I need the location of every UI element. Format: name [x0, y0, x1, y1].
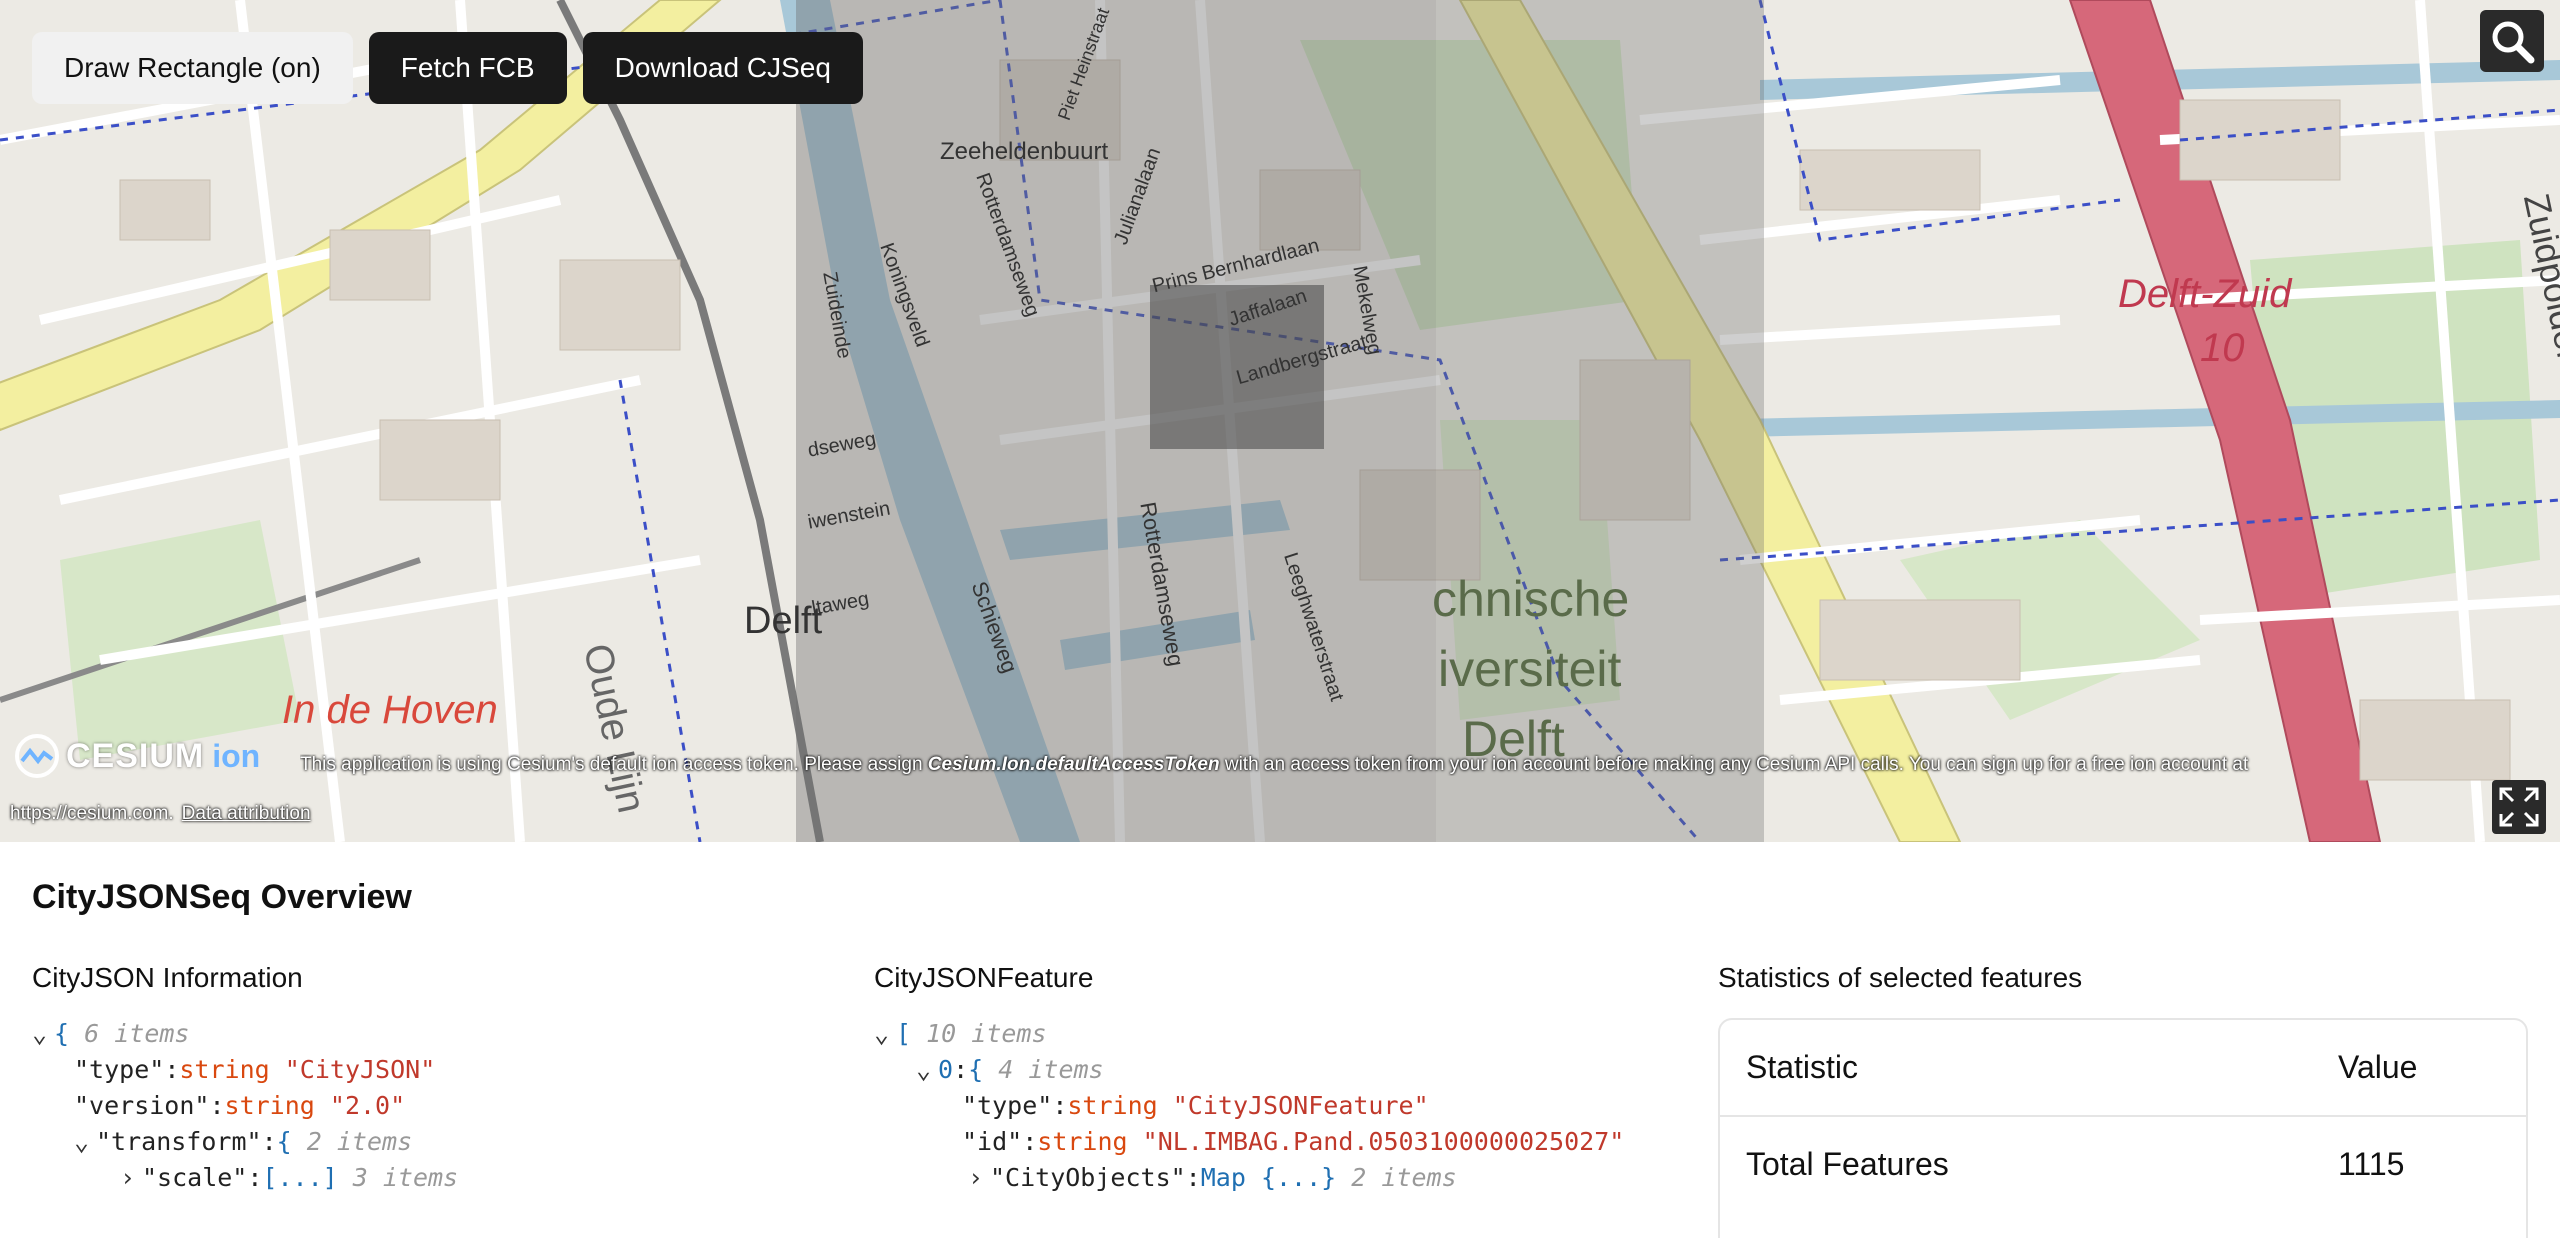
map-label-university-line1: chnische — [1432, 571, 1630, 627]
credit-line-2: https://cesium.com. Data attribution — [10, 803, 311, 825]
json-index: 0 — [938, 1055, 954, 1084]
json-type: string — [224, 1091, 315, 1120]
json-meta: 4 items — [998, 1055, 1104, 1084]
json-brace: { — [968, 1055, 984, 1084]
cesium-logo-word: CESIUM — [66, 736, 205, 775]
json-value: "2.0" — [329, 1091, 406, 1120]
statistics-column: Statistics of selected features — [1718, 962, 2528, 1016]
json-transform-row[interactable]: ⌄ "transform":{ 2 items — [32, 1124, 812, 1160]
statistics-header-row: Statistic Value — [1720, 1020, 2526, 1117]
json-value: "CityJSONFeature" — [1172, 1091, 1429, 1120]
download-cjseq-button[interactable]: Download CJSeq — [582, 32, 863, 104]
json-type: string — [1067, 1091, 1158, 1120]
fullscreen-button[interactable] — [2492, 780, 2546, 834]
json-brace: { — [276, 1127, 292, 1156]
json-key: "transform" — [96, 1127, 262, 1156]
map-label-zeeheldenbuurt: Zeeheldenbuurt — [940, 138, 1109, 165]
search-icon — [2492, 21, 2535, 64]
json-row: "type":string "CityJSON" — [74, 1055, 436, 1084]
fullscreen-icon — [2499, 787, 2539, 827]
json-row: "id":string "NL.IMBAG.Pand.0503100000025… — [962, 1127, 1625, 1156]
cityjson-json-tree: ⌄{ 6 items "type":string "CityJSON" "ver… — [32, 1016, 812, 1196]
cityjson-info-column: CityJSON Information ⌄{ 6 items "type":s… — [32, 962, 812, 1196]
json-meta: 2 items — [306, 1127, 413, 1156]
json-key: "id" — [962, 1127, 1023, 1156]
cityjson-info-heading: CityJSON Information — [32, 962, 303, 993]
chevron-down-icon[interactable]: ⌄ — [916, 1052, 938, 1088]
json-scale-row[interactable]: › "scale":[...] 3 items — [32, 1160, 812, 1196]
json-root-row[interactable]: ⌄{ 6 items — [32, 1016, 812, 1052]
json-key: "type" — [962, 1091, 1053, 1120]
map-label-delft-zuid: Delft-Zuid — [2118, 272, 2292, 316]
chevron-right-icon[interactable]: › — [120, 1160, 142, 1196]
draw-rectangle-button[interactable]: Draw Rectangle (on) — [32, 32, 353, 104]
cesium-ion-logo[interactable]: CESIUM ion — [14, 733, 260, 779]
statistics-heading: Statistics of selected features — [1718, 962, 2083, 993]
cesium-logo-ion: ion — [212, 737, 261, 774]
json-key: "version" — [74, 1091, 210, 1120]
json-key: "scale" — [142, 1163, 248, 1192]
value-column-header: Value — [2312, 1020, 2526, 1117]
map-toolbar: Draw Rectangle (on) Fetch FCB Download C… — [32, 32, 863, 104]
statistics-card: Statistic Value Total Features 1115 — [1718, 1018, 2528, 1238]
json-key: "type" — [74, 1055, 165, 1084]
json-index-row[interactable]: ⌄ 0:{ 4 items — [874, 1052, 1674, 1088]
cesium-url: https://cesium.com. — [10, 803, 174, 824]
map-label-university-line2: iversiteit — [1438, 641, 1622, 697]
feature-json-tree: ⌄[ 10 items ⌄ 0:{ 4 items "type":string "… — [874, 1016, 1674, 1196]
ion-token-warning-part1: This application is using Cesium's defau… — [300, 754, 928, 775]
json-collapsed-value[interactable]: {...} — [1261, 1163, 1336, 1192]
statistics-table: Statistic Value Total Features 1115 — [1720, 1020, 2526, 1212]
json-row: "version":string "2.0" — [74, 1091, 406, 1120]
cityjson-feature-heading: CityJSONFeature — [874, 962, 1094, 993]
json-bracket: [ — [896, 1019, 912, 1048]
app-root: Zeeheldenbuurt Delft-Zuid 10 In de Hoven… — [0, 0, 2560, 1238]
chevron-down-icon[interactable]: ⌄ — [32, 1016, 54, 1052]
json-meta: 2 items — [1351, 1163, 1457, 1192]
json-root-row[interactable]: ⌄[ 10 items — [874, 1016, 1674, 1052]
chevron-down-icon[interactable]: ⌄ — [874, 1016, 896, 1052]
json-type: string — [1037, 1127, 1128, 1156]
json-brace: { — [54, 1019, 70, 1048]
cesium-logo-icon — [15, 734, 59, 778]
ion-token-warning: This application is using Cesium's defau… — [300, 754, 2530, 776]
cesium-map-viewer[interactable]: Zeeheldenbuurt Delft-Zuid 10 In de Hoven… — [0, 0, 2560, 842]
json-meta: 3 items — [352, 1163, 459, 1192]
cityjson-feature-column: CityJSONFeature ⌄[ 10 items ⌄ 0:{ 4 items… — [874, 962, 1674, 1196]
statistic-column-header: Statistic — [1720, 1020, 2312, 1117]
json-type: string — [179, 1055, 270, 1084]
data-attribution-link[interactable]: Data attribution — [182, 803, 311, 824]
statistic-value: 1115 — [2338, 1146, 2405, 1182]
ion-token-warning-part2: with an access token from your ion accou… — [1219, 754, 2249, 775]
statistic-name: Total Features — [1746, 1146, 1949, 1182]
map-label-delft-zuid-number: 10 — [2200, 326, 2245, 370]
chevron-right-icon[interactable]: › — [968, 1160, 990, 1196]
map-label-in-de-hoven: In de Hoven — [282, 688, 498, 732]
chevron-down-icon[interactable]: ⌄ — [74, 1124, 96, 1160]
map-label-delft: Delft — [744, 600, 823, 642]
table-row: Total Features 1115 — [1720, 1116, 2526, 1212]
json-cityobjects-row[interactable]: › "CityObjects":Map {...} 2 items — [874, 1160, 1674, 1196]
overview-panel: CityJSONSeq Overview CityJSON Informatio… — [0, 842, 2560, 1238]
json-type: Map — [1200, 1163, 1246, 1192]
json-collapsed-value[interactable]: [...] — [262, 1163, 337, 1192]
json-value: "CityJSON" — [284, 1055, 436, 1084]
panel-title: CityJSONSeq Overview — [32, 878, 412, 916]
json-key: "CityObjects" — [990, 1163, 1186, 1192]
fetch-fcb-button[interactable]: Fetch FCB — [368, 32, 567, 104]
geocoder-search-button[interactable] — [2480, 10, 2544, 72]
ion-token-warning-token: Cesium.Ion.defaultAccessToken — [927, 754, 1220, 775]
json-meta: 6 items — [84, 1019, 190, 1048]
json-meta: 10 items — [926, 1019, 1047, 1048]
json-value: "NL.IMBAG.Pand.0503100000025027" — [1142, 1127, 1625, 1156]
json-row: "type":string "CityJSONFeature" — [962, 1091, 1429, 1120]
